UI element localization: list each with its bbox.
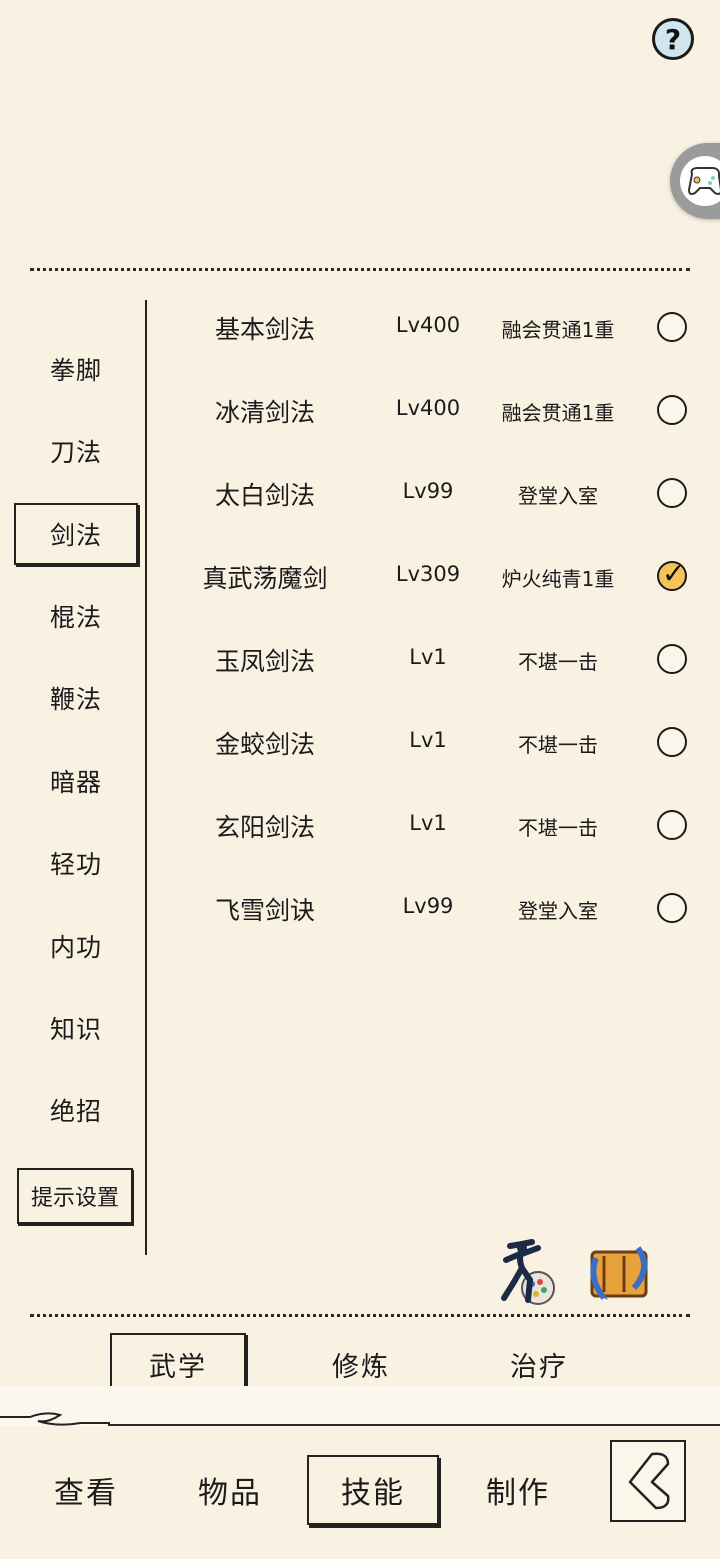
skill-status: 融会贯通1重 (501, 318, 615, 342)
floating-gamepad-button[interactable] (670, 143, 720, 219)
category-label: 棍法 (49, 603, 102, 632)
skill-level: Lv99 (402, 479, 454, 503)
skill-radio[interactable] (657, 727, 687, 757)
category-tab[interactable]: 轻功 (14, 832, 138, 894)
sidebar-divider (145, 300, 147, 1255)
skill-row[interactable]: 金蛟剑法 Lv1 不堪一击 (160, 713, 705, 773)
nav-rule (108, 1424, 720, 1426)
skill-status: 登堂入室 (518, 899, 598, 923)
skill-level: Lv99 (402, 894, 454, 918)
skill-name: 冰清剑法 (214, 398, 315, 427)
skill-level: Lv400 (395, 313, 461, 337)
back-button[interactable] (610, 1440, 686, 1522)
category-label: 内功 (49, 933, 102, 962)
bottom-separator (30, 1314, 690, 1317)
category-tab[interactable]: 知识 (14, 997, 138, 1059)
skill-radio[interactable] (657, 395, 687, 425)
category-label: 暗器 (49, 768, 102, 797)
skill-name: 太白剑法 (214, 481, 315, 510)
category-label: 拳脚 (49, 356, 102, 385)
category-tab[interactable]: 鞭法 (14, 667, 138, 729)
skill-radio[interactable] (657, 893, 687, 923)
nav-tab[interactable]: 物品 (164, 1455, 296, 1525)
skill-radio[interactable] (657, 478, 687, 508)
skill-row[interactable]: 飞雪剑诀 Lv99 登堂入室 (160, 879, 705, 939)
category-tab[interactable]: 剑法 (14, 503, 138, 565)
category-label: 刀法 (49, 438, 102, 467)
category-label: 轻功 (49, 850, 102, 879)
question-mark-icon: ? (664, 22, 682, 56)
skill-status: 登堂入室 (518, 484, 598, 508)
skill-level: Lv1 (409, 728, 447, 752)
category-label: 绝招 (49, 1097, 102, 1126)
skill-level: Lv400 (395, 396, 461, 420)
category-tab[interactable]: 棍法 (14, 585, 138, 647)
skill-status: 不堪一击 (518, 733, 598, 757)
skill-row[interactable]: 太白剑法 Lv99 登堂入室 (160, 464, 705, 524)
nav-tab[interactable]: 制作 (452, 1455, 584, 1525)
category-label: 知识 (49, 1015, 102, 1044)
skill-level: Lv309 (395, 562, 461, 586)
skill-radio[interactable] (657, 312, 687, 342)
hint-settings-label: 提示设置 (30, 1186, 119, 1211)
skill-name: 玉凤剑法 (214, 647, 315, 676)
skill-name: 飞雪剑诀 (214, 896, 315, 925)
ink-swirl-decoration (0, 1412, 110, 1426)
skill-level: Lv1 (409, 811, 447, 835)
scroll-swap-icon[interactable] (582, 1238, 654, 1308)
skill-status: 炉火纯青1重 (501, 567, 615, 591)
skill-name: 真武荡魔剑 (202, 564, 328, 593)
skill-status: 不堪一击 (518, 816, 598, 840)
skill-name: 金蛟剑法 (214, 730, 315, 759)
skill-radio[interactable] (657, 644, 687, 674)
category-tab[interactable]: 绝招 (14, 1079, 138, 1141)
back-arrow-icon (628, 1452, 670, 1510)
skill-row[interactable]: 冰清剑法 Lv400 融会贯通1重 (160, 381, 705, 441)
skill-name: 基本剑法 (214, 315, 315, 344)
category-label: 鞭法 (49, 685, 102, 714)
skill-row[interactable]: 基本剑法 Lv400 融会贯通1重 (160, 298, 705, 358)
help-button[interactable]: ? (652, 18, 694, 60)
skill-row[interactable]: 玉凤剑法 Lv1 不堪一击 (160, 630, 705, 690)
skill-status: 不堪一击 (518, 650, 598, 674)
skill-check-selected[interactable] (657, 557, 687, 591)
skill-row[interactable]: 真武荡魔剑 Lv309 炉火纯青1重 (160, 547, 705, 607)
nav-tab[interactable]: 技能 (307, 1455, 439, 1525)
nav-tab[interactable]: 查看 (20, 1455, 152, 1525)
gamepad-icon (680, 156, 720, 206)
category-tab[interactable]: 刀法 (14, 420, 138, 482)
category-tab[interactable]: 拳脚 (14, 338, 138, 400)
skill-radio[interactable] (657, 810, 687, 840)
top-separator (30, 268, 690, 271)
category-label: 剑法 (49, 521, 102, 550)
skill-status: 融会贯通1重 (501, 401, 615, 425)
skill-level: Lv1 (409, 645, 447, 669)
skill-row[interactable]: 玄阳剑法 Lv1 不堪一击 (160, 796, 705, 856)
skill-name: 玄阳剑法 (214, 813, 315, 842)
category-tab[interactable]: 内功 (14, 915, 138, 977)
hint-settings-button[interactable]: 提示设置 (17, 1168, 133, 1224)
category-tab[interactable]: 暗器 (14, 750, 138, 812)
martial-fighter-icon[interactable] (492, 1238, 564, 1308)
